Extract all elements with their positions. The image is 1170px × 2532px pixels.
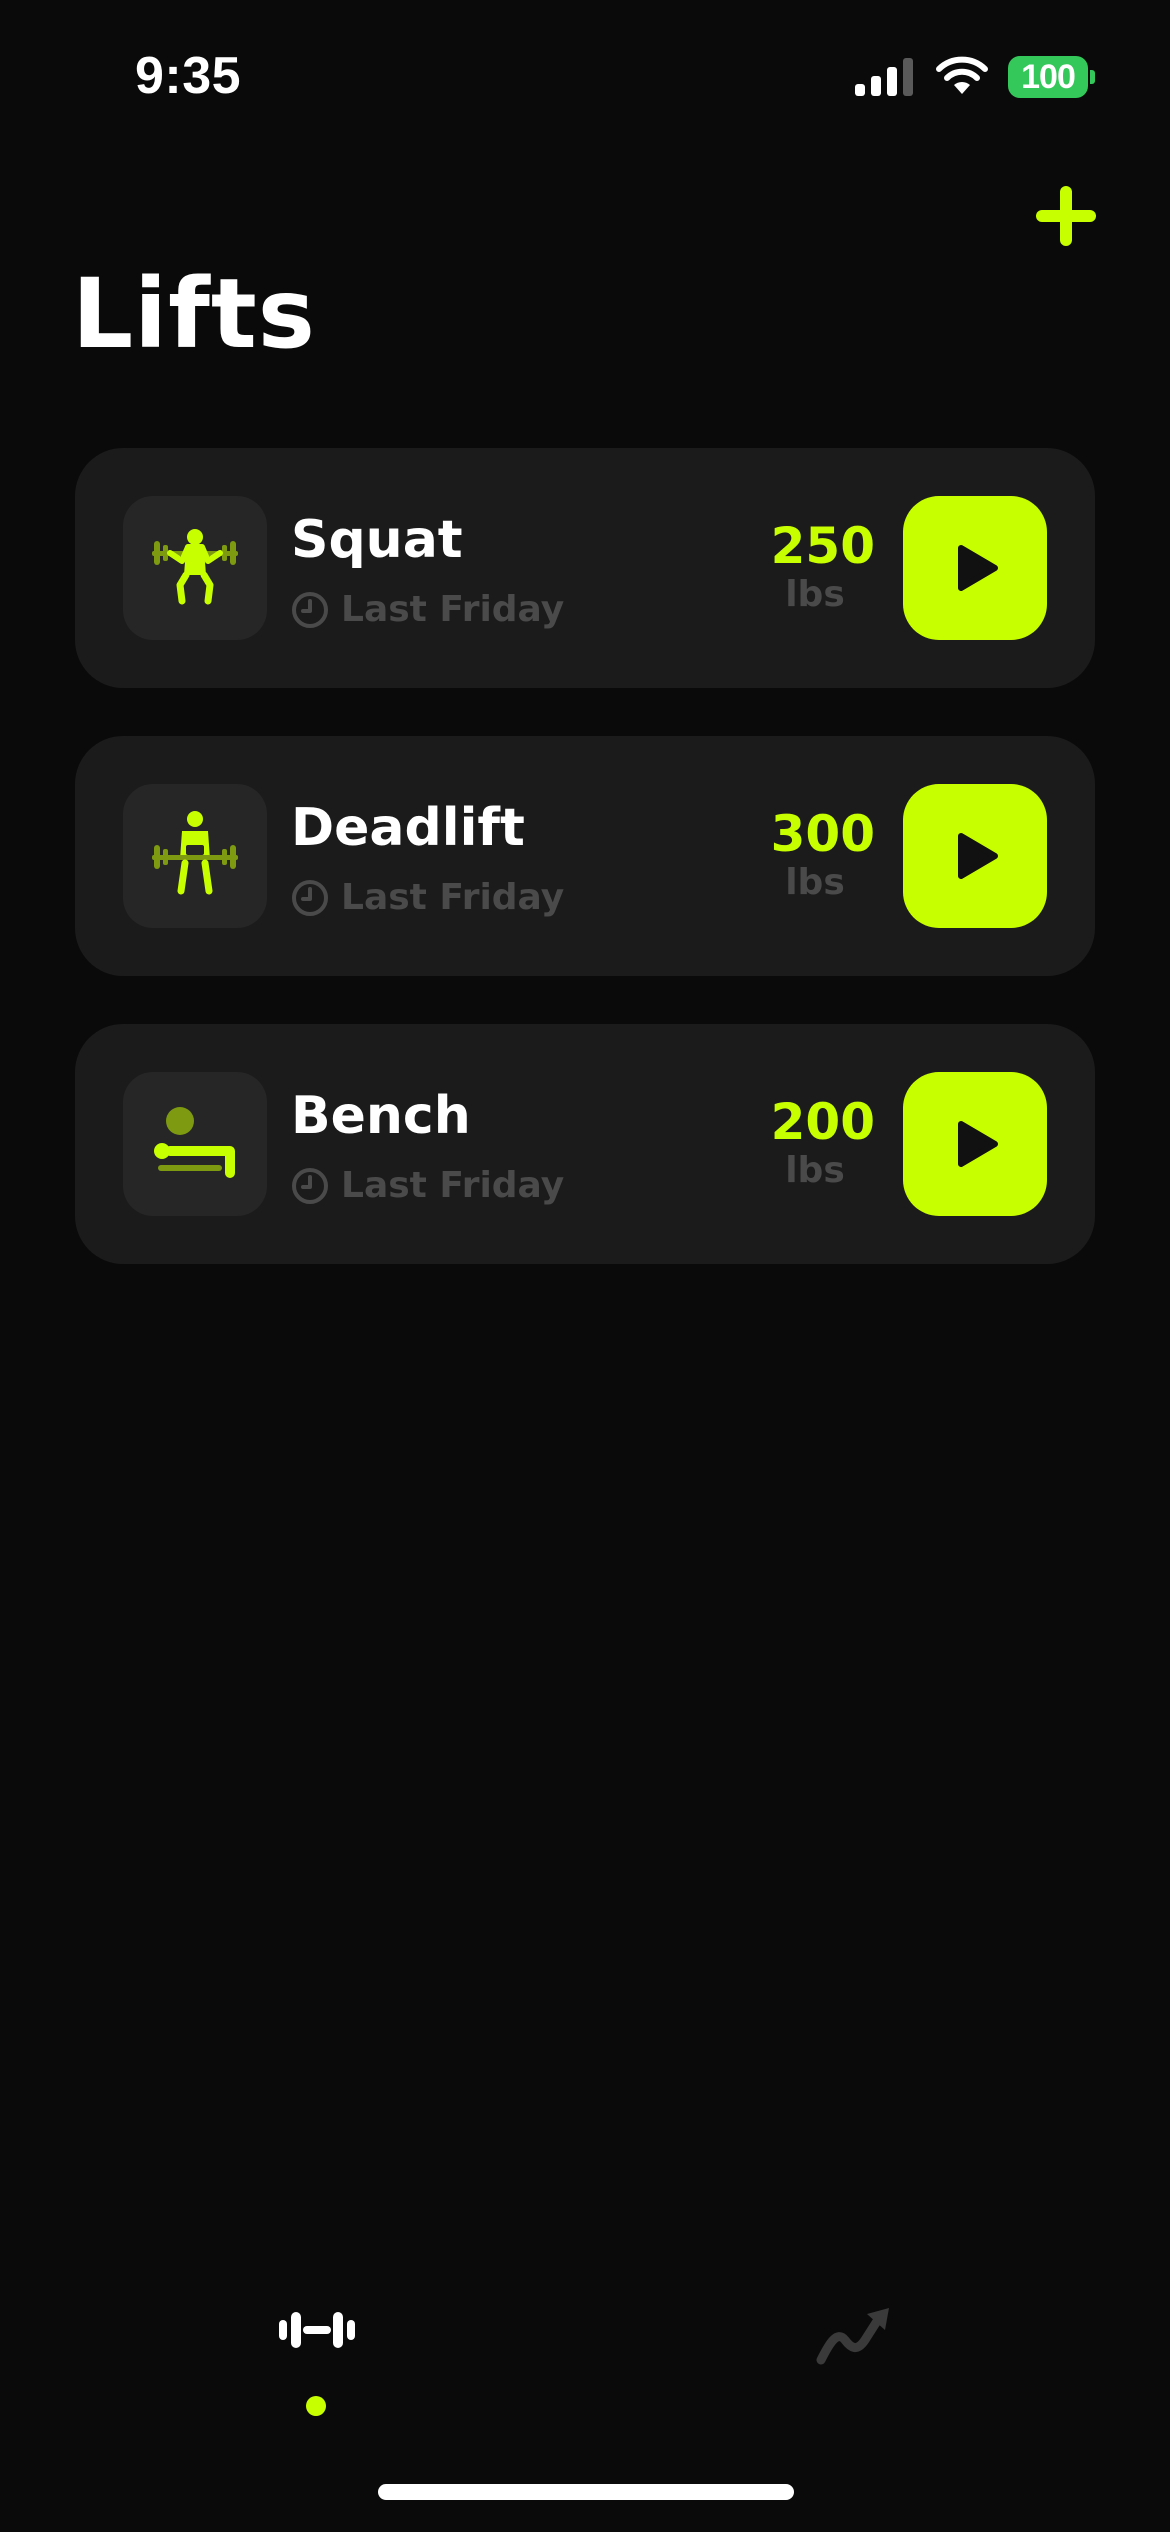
lift-icon-box <box>123 1072 267 1216</box>
clock-icon <box>292 592 328 628</box>
start-bench-button[interactable] <box>903 1072 1047 1216</box>
weight-value: 250 <box>770 517 875 575</box>
weight-unit: lbs <box>785 1150 845 1191</box>
lift-last-date: Last Friday <box>341 589 565 630</box>
weight-unit: lbs <box>785 574 845 615</box>
weight-value: 300 <box>770 805 875 863</box>
lift-icon-box <box>123 496 267 640</box>
weight-unit: lbs <box>785 862 845 903</box>
lift-meta: Last Friday <box>291 590 564 630</box>
signal-icon <box>855 58 913 96</box>
page-title: Lifts <box>72 258 316 370</box>
tab-lifts[interactable] <box>270 2290 365 2410</box>
squat-icon <box>152 529 238 605</box>
battery-tip <box>1090 70 1095 84</box>
lift-name: Deadlift <box>291 798 525 858</box>
lift-name: Bench <box>291 1086 471 1146</box>
home-indicator <box>378 2484 794 2500</box>
battery-level: 100 <box>1021 57 1076 96</box>
lift-last-date: Last Friday <box>341 877 565 918</box>
tab-progress[interactable] <box>810 2290 900 2390</box>
play-icon <box>958 545 998 591</box>
status-time: 9:35 <box>135 47 242 105</box>
wifi-icon <box>936 56 988 94</box>
lift-last-date: Last Friday <box>341 1165 565 1206</box>
clock-icon <box>292 1168 328 1204</box>
start-squat-button[interactable] <box>903 496 1047 640</box>
lift-card-squat[interactable]: Squat Last Friday 250 lbs <box>75 448 1095 688</box>
deadlift-icon <box>152 811 238 895</box>
lift-meta: Last Friday <box>291 1166 564 1206</box>
tab-bar <box>0 2290 1170 2430</box>
bench-icon <box>154 1107 235 1178</box>
lift-icon-box <box>123 784 267 928</box>
play-icon <box>958 833 998 879</box>
lift-weight: 250 lbs <box>725 518 875 616</box>
status-bar: 9:35 100 <box>0 0 1170 150</box>
add-lift-button[interactable] <box>1030 180 1102 252</box>
active-tab-indicator <box>306 2396 326 2416</box>
lift-card-bench[interactable]: Bench Last Friday 200 lbs <box>75 1024 1095 1264</box>
lift-name: Squat <box>291 510 463 570</box>
dumbbell-icon <box>279 2312 355 2348</box>
play-icon <box>958 1121 998 1167</box>
lift-card-deadlift[interactable]: Deadlift Last Friday 300 lbs <box>75 736 1095 976</box>
clock-icon <box>292 880 328 916</box>
lift-meta: Last Friday <box>291 878 564 918</box>
trend-arrow-icon <box>816 2308 889 2365</box>
weight-value: 200 <box>770 1093 875 1151</box>
lift-weight: 300 lbs <box>725 806 875 904</box>
lift-weight: 200 lbs <box>725 1094 875 1192</box>
start-deadlift-button[interactable] <box>903 784 1047 928</box>
plus-icon <box>1036 186 1096 246</box>
lift-list: Squat Last Friday 250 lbs Deadlift Last … <box>75 448 1095 1312</box>
battery-icon: 100 <box>1008 56 1088 98</box>
